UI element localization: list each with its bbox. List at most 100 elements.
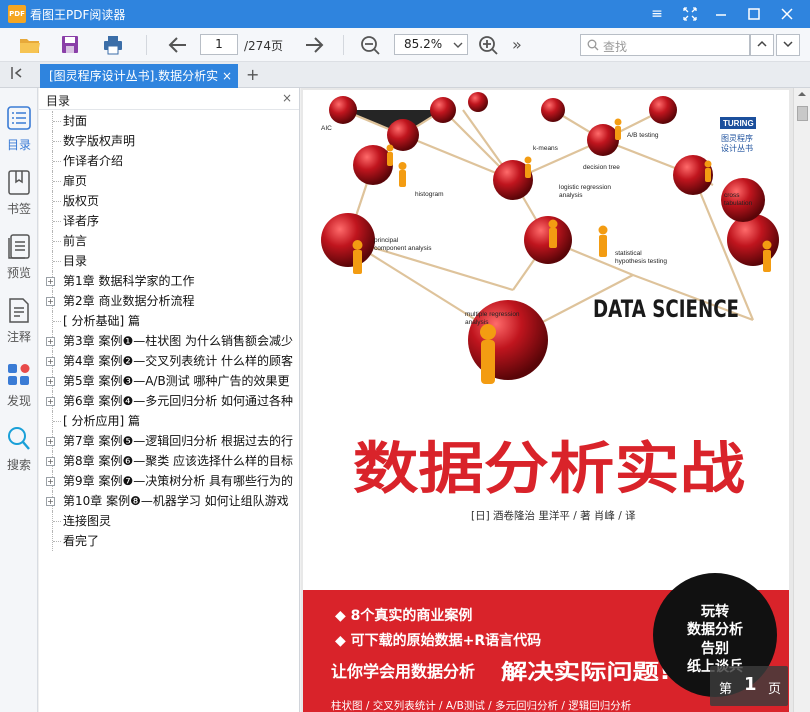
scroll-up-icon[interactable] [794, 88, 810, 104]
expand-icon[interactable]: + [46, 497, 55, 506]
toc-item[interactable]: 看完了 [39, 531, 299, 551]
sidebar-label-discover: 发现 [6, 394, 31, 408]
sidebar-label-search: 搜索 [6, 458, 31, 472]
cover-title: 数据分析实战 [353, 437, 745, 502]
toc-item[interactable]: 封面 [39, 111, 299, 131]
node-label-logistic-2: analysis [559, 192, 583, 199]
tree-branch [53, 541, 61, 542]
annotation-icon [7, 298, 31, 324]
toc-item[interactable]: 扉页 [39, 171, 299, 191]
turing-logo-text: TURING [723, 119, 754, 128]
next-page-icon[interactable] [302, 34, 326, 56]
toc-item-label: 第1章 数据科学家的工作 [63, 274, 195, 288]
tree-branch [53, 321, 61, 322]
tree-branch [53, 161, 61, 162]
toc-item-label: 第6章 案例❹—多元回归分析 如何通过各种 [63, 394, 294, 408]
toc-close-icon[interactable]: × [282, 91, 292, 105]
page-number-input[interactable]: 1 [200, 34, 238, 55]
tree-branch [53, 221, 61, 222]
new-tab-icon[interactable]: + [246, 65, 259, 84]
toc-item[interactable]: 连接图灵 [39, 511, 299, 531]
toc-item[interactable]: + 第9章 案例❼—决策树分析 具有哪些行为的 [39, 471, 299, 491]
search-input[interactable]: 查找 [580, 34, 750, 56]
toc-item-label: 版权页 [63, 194, 100, 208]
toc-item[interactable]: + 第2章 商业数据分析流程 [39, 291, 299, 311]
expand-icon[interactable]: + [46, 337, 55, 346]
fullscreen-icon[interactable] [679, 4, 701, 24]
toolbar: 1 /274页 85.2% » 查找 [0, 28, 810, 62]
open-folder-icon[interactable] [18, 34, 42, 56]
expand-icon[interactable]: + [46, 457, 55, 466]
zoom-in-icon[interactable] [477, 34, 501, 56]
vertical-scrollbar[interactable] [793, 88, 810, 712]
toc-item-label: 第4章 案例❷—交叉列表统计 什么样的顾客 [63, 354, 294, 368]
node-label-stat-1: statistical [615, 250, 642, 257]
previous-page-icon[interactable] [166, 34, 190, 56]
menu-icon[interactable]: ≡ [646, 4, 668, 24]
toc-item-label: 第10章 案例❽—机器学习 如何让组队游戏 [63, 494, 289, 508]
node-label-abtest: A/B testing [627, 132, 659, 139]
expand-icon[interactable]: + [46, 397, 55, 406]
sidebar-item-bookmark[interactable]: 书签 [0, 170, 38, 230]
page-total: /274页 [244, 39, 283, 53]
toc-item[interactable]: + 第5章 案例❸—A/B测试 哪种广告的效果更 [39, 371, 299, 391]
toc-item[interactable]: 版权页 [39, 191, 299, 211]
search-next-button[interactable] [776, 34, 800, 56]
badge-line-1: 玩转 [701, 603, 729, 620]
maximize-button[interactable] [743, 4, 765, 24]
save-icon[interactable] [58, 34, 82, 56]
toc-item-label: 前言 [63, 234, 88, 248]
app-title: 看图王PDF阅读器 [30, 8, 126, 22]
search-previous-button[interactable] [750, 34, 774, 56]
toc-item[interactable]: 目录 [39, 251, 299, 271]
scrollbar-thumb[interactable] [797, 106, 808, 121]
toc-item[interactable]: 作译者介绍 [39, 151, 299, 171]
sidebar-item-toc[interactable]: 目录 [0, 106, 38, 166]
minimize-button[interactable] [710, 4, 732, 24]
toc-item[interactable]: + 第1章 数据科学家的工作 [39, 271, 299, 291]
toc-item[interactable]: + 第7章 案例❺—逻辑回归分析 根据过去的行 [39, 431, 299, 451]
node-label-cross-2: tabulation [724, 200, 753, 207]
page-indicator-suffix: 页 [768, 682, 782, 697]
tree-branch [53, 121, 61, 122]
expand-icon[interactable]: + [46, 477, 55, 486]
expand-icon[interactable]: + [46, 377, 55, 386]
badge-line-3: 告别 [701, 640, 729, 657]
toc-item[interactable]: + 第6章 案例❹—多元回归分析 如何通过各种 [39, 391, 299, 411]
toc-item[interactable]: + 第8章 案例❻—聚类 应该选择什么样的目标 [39, 451, 299, 471]
tab-close-icon[interactable]: × [222, 64, 232, 88]
close-button[interactable] [776, 4, 798, 24]
node-label-principal-1: principal [374, 237, 399, 244]
sidebar-item-search[interactable]: 搜索 [0, 426, 38, 486]
toc-item[interactable]: 译者序 [39, 211, 299, 231]
expand-icon[interactable]: + [46, 437, 55, 446]
toc-item[interactable]: [ 分析应用] 篇 [39, 411, 299, 431]
toc-item[interactable]: 数字版权声明 [39, 131, 299, 151]
sidebar-item-preview[interactable]: 预览 [0, 234, 38, 294]
tree-branch [53, 261, 61, 262]
expand-icon[interactable]: + [46, 297, 55, 306]
node-label-principal-2: component analysis [374, 245, 432, 252]
toc-item[interactable]: [ 分析基础] 篇 [39, 311, 299, 331]
print-icon[interactable] [101, 34, 125, 56]
cover-tagline-prefix: 让你学会用数据分析 [331, 662, 475, 681]
document-tab[interactable]: [图灵程序设计丛书].数据分析实 × [40, 64, 238, 88]
zoom-select[interactable]: 85.2% [394, 34, 468, 55]
expand-icon[interactable]: + [46, 357, 55, 366]
toc-item-label: 第7章 案例❺—逻辑回归分析 根据过去的行 [63, 434, 294, 448]
node-label-stat-2: hypothesis testing [615, 258, 667, 265]
document-viewer[interactable]: AIC k-means A/B testing decision tree hi… [301, 88, 793, 712]
collapse-sidebar-icon[interactable] [10, 66, 24, 84]
sidebar-item-discover[interactable]: 发现 [0, 362, 38, 422]
toc-item[interactable]: + 第10章 案例❽—机器学习 如何让组队游戏 [39, 491, 299, 511]
zoom-out-icon[interactable] [359, 34, 383, 56]
toc-item[interactable]: 前言 [39, 231, 299, 251]
toc-item[interactable]: + 第3章 案例❶—柱状图 为什么销售额会减少 [39, 331, 299, 351]
toc-item-label: 第9章 案例❼—决策树分析 具有哪些行为的 [63, 474, 294, 488]
toc-item[interactable]: + 第4章 案例❷—交叉列表统计 什么样的顾客 [39, 351, 299, 371]
sidebar-label-toc: 目录 [6, 138, 31, 152]
expand-icon[interactable]: + [46, 277, 55, 286]
sidebar-item-annotation[interactable]: 注释 [0, 298, 38, 358]
more-icon[interactable]: » [512, 34, 536, 56]
toc-item-label: 第5章 案例❸—A/B测试 哪种广告的效果更 [63, 374, 290, 388]
